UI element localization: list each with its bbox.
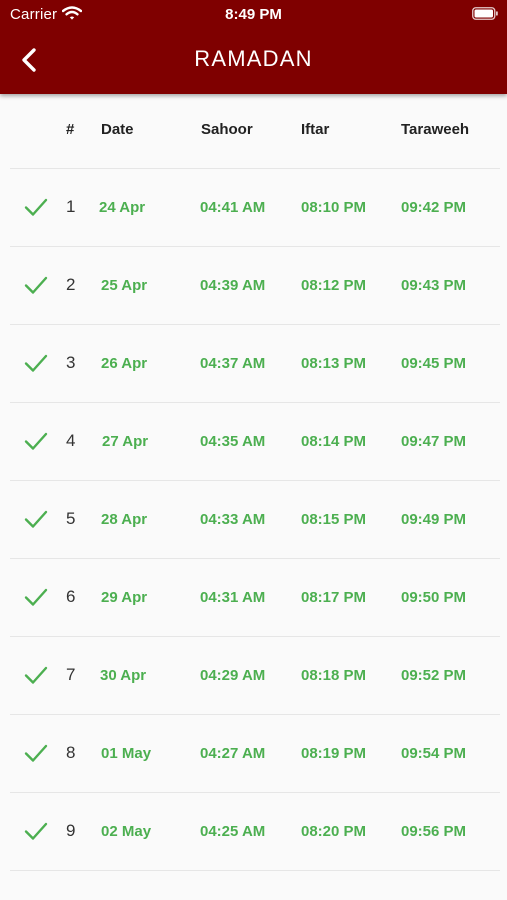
row-number: 1 xyxy=(66,197,76,216)
row-date: 02 May xyxy=(101,823,152,840)
table-row[interactable]: 5 28 Apr 04:33 AM 08:15 PM 09:49 PM xyxy=(0,481,507,559)
row-taraweeh-time: 09:47 PM xyxy=(401,433,467,450)
row-iftar-time: 08:17 PM xyxy=(301,589,367,606)
checkmark-icon xyxy=(24,276,48,294)
row-number: 8 xyxy=(66,743,76,762)
row-iftar-time: 08:19 PM xyxy=(301,745,367,762)
row-sahoor-time: 04:31 AM xyxy=(200,589,266,606)
table-body: 1 24 Apr 04:41 AM 08:10 PM 09:42 PM 2 25 Apr 04… xyxy=(0,169,507,871)
status-time: 8:49 PM xyxy=(225,6,282,23)
row-date: 29 Apr xyxy=(101,589,148,606)
table-row[interactable]: 8 01 May 04:27 AM 08:19 PM 09:54 PM xyxy=(0,715,507,793)
column-header-date: Date xyxy=(101,121,134,138)
row-iftar-time: 08:18 PM xyxy=(301,667,367,684)
row-date: 28 Apr xyxy=(101,511,148,528)
row-taraweeh-time: 09:54 PM xyxy=(401,745,467,762)
page-title: RAMADAN xyxy=(194,46,313,71)
table-row[interactable]: 1 24 Apr 04:41 AM 08:10 PM 09:42 PM xyxy=(0,169,507,247)
table-header-row: # Date Sahoor Iftar Taraweeh xyxy=(0,94,507,169)
row-iftar-time: 08:20 PM xyxy=(301,823,367,840)
row-sahoor-time: 04:35 AM xyxy=(200,433,266,450)
table-row[interactable]: 9 02 May 04:25 AM 08:20 PM 09:56 PM xyxy=(0,793,507,871)
checkmark-icon xyxy=(24,822,48,840)
checkmark-icon xyxy=(24,432,48,450)
row-sahoor-time: 04:39 AM xyxy=(200,277,266,294)
row-taraweeh-time: 09:45 PM xyxy=(401,355,467,372)
row-sahoor-time: 04:41 AM xyxy=(200,199,266,216)
table-row[interactable]: 4 27 Apr 04:35 AM 08:14 PM 09:47 PM xyxy=(0,403,507,481)
battery-icon xyxy=(472,7,498,20)
row-sahoor-time: 04:33 AM xyxy=(200,511,266,528)
table-row[interactable]: 3 26 Apr 04:37 AM 08:13 PM 09:45 PM xyxy=(0,325,507,403)
row-number: 4 xyxy=(66,431,76,450)
checkmark-icon xyxy=(24,510,48,528)
row-taraweeh-time: 09:42 PM xyxy=(401,199,467,216)
row-date: 30 Apr xyxy=(100,667,147,684)
checkmark-icon xyxy=(24,744,48,762)
row-iftar-time: 08:13 PM xyxy=(301,355,367,372)
row-date: 26 Apr xyxy=(101,355,148,372)
table-row[interactable]: 7 30 Apr 04:29 AM 08:18 PM 09:52 PM xyxy=(0,637,507,715)
row-taraweeh-time: 09:52 PM xyxy=(401,667,467,684)
app-header: Carrier 8:49 PM RAMADAN xyxy=(0,0,507,94)
checkmark-icon xyxy=(24,354,48,372)
row-iftar-time: 08:14 PM xyxy=(301,433,367,450)
navigation-bar: RAMADAN xyxy=(0,28,507,94)
row-date: 27 Apr xyxy=(102,433,149,450)
row-date: 25 Apr xyxy=(101,277,148,294)
table-row[interactable]: 2 25 Apr 04:39 AM 08:12 PM 09:43 PM xyxy=(0,247,507,325)
column-header-taraweeh: Taraweeh xyxy=(401,121,470,138)
row-date: 24 Apr xyxy=(99,199,146,216)
status-bar: Carrier 8:49 PM xyxy=(0,0,507,28)
row-number: 2 xyxy=(66,275,76,294)
checkmark-icon xyxy=(24,588,48,606)
row-divider xyxy=(10,870,500,871)
row-taraweeh-time: 09:49 PM xyxy=(401,511,467,528)
row-number: 6 xyxy=(66,587,76,606)
row-sahoor-time: 04:37 AM xyxy=(200,355,266,372)
row-iftar-time: 08:10 PM xyxy=(301,199,367,216)
row-sahoor-time: 04:27 AM xyxy=(200,745,266,762)
checkmark-icon xyxy=(24,666,48,684)
row-iftar-time: 08:15 PM xyxy=(301,511,367,528)
row-iftar-time: 08:12 PM xyxy=(301,277,367,294)
checkmark-icon xyxy=(24,198,48,216)
table-row[interactable]: 6 29 Apr 04:31 AM 08:17 PM 09:50 PM xyxy=(0,559,507,637)
row-number: 7 xyxy=(66,665,76,684)
column-header-number: # xyxy=(66,121,75,138)
row-date: 01 May xyxy=(101,745,152,762)
row-number: 3 xyxy=(66,353,76,372)
row-sahoor-time: 04:29 AM xyxy=(200,667,266,684)
row-taraweeh-time: 09:56 PM xyxy=(401,823,467,840)
row-number: 9 xyxy=(66,821,76,840)
row-taraweeh-time: 09:50 PM xyxy=(401,589,467,606)
row-taraweeh-time: 09:43 PM xyxy=(401,277,467,294)
ramadan-timetable: # Date Sahoor Iftar Taraweeh 1 24 Apr 04:4… xyxy=(0,94,507,871)
row-sahoor-time: 04:25 AM xyxy=(200,823,266,840)
column-header-sahoor: Sahoor xyxy=(201,121,253,138)
row-number: 5 xyxy=(66,509,76,528)
column-header-iftar: Iftar xyxy=(301,121,330,138)
